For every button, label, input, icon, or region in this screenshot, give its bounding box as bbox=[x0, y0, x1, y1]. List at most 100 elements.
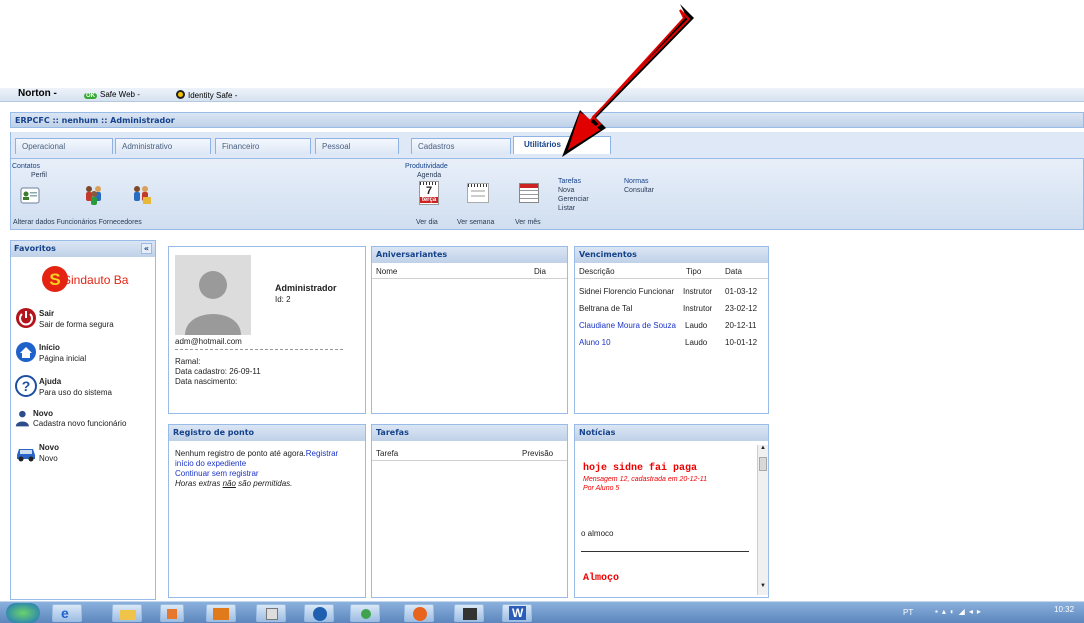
venc-row-descricao[interactable]: Sidnei Florencio Funcionar bbox=[579, 287, 683, 296]
venc-row-data: 20-12-11 bbox=[725, 321, 757, 330]
aniversariantes-panel: Aniversariantes Nome Dia bbox=[371, 246, 568, 414]
scroll-thumb[interactable] bbox=[759, 457, 767, 471]
calendar-week-icon[interactable] bbox=[467, 183, 489, 203]
col-data[interactable]: Data bbox=[725, 267, 742, 276]
col-nome[interactable]: Nome bbox=[376, 267, 397, 276]
safe-web-label: Safe Web - bbox=[100, 90, 140, 99]
contatos-bottom-text[interactable]: Alterar dados Funcionários Fornecedores bbox=[13, 219, 142, 226]
svg-text:?: ? bbox=[22, 378, 31, 394]
fav-novo-subtitle: Cadastra novo funcionário bbox=[33, 419, 127, 428]
profile-data-nascimento: Data nascimento: bbox=[175, 377, 238, 386]
scroll-up-icon[interactable]: ▲ bbox=[758, 445, 768, 455]
ver-mes-button[interactable]: Ver mês bbox=[515, 219, 541, 226]
tab-operacional[interactable]: Operacional bbox=[15, 138, 113, 154]
collapse-button[interactable]: « bbox=[141, 243, 152, 254]
fav-novo-funcionario[interactable]: Novo Cadastra novo funcionário bbox=[15, 409, 155, 439]
profile-ramal: Ramal: bbox=[175, 357, 201, 366]
profile-panel: Administrador Id: 2 adm@hotmail.com Rama… bbox=[168, 246, 366, 414]
venc-row-descricao[interactable]: Aluno 10 bbox=[579, 338, 683, 347]
registro-text: Nenhum registro de ponto até agora. bbox=[175, 449, 306, 458]
tab-administrativo[interactable]: Administrativo bbox=[115, 138, 211, 154]
header-rule bbox=[372, 460, 567, 461]
tab-financeiro[interactable]: Financeiro bbox=[215, 138, 311, 154]
fav-ajuda-title: Ajuda bbox=[39, 377, 62, 386]
firefox-icon[interactable] bbox=[404, 604, 434, 622]
sindauto-logo-text: Sindauto Ba bbox=[63, 273, 129, 287]
home-icon bbox=[16, 342, 36, 362]
normas-label: Normas bbox=[624, 178, 649, 185]
profile-id: Id: 2 bbox=[275, 295, 291, 304]
tab-pessoal[interactable]: Pessoal bbox=[315, 138, 399, 154]
language-indicator[interactable]: PT bbox=[903, 608, 913, 617]
noticias-scrollbar[interactable]: ▲ ▼ bbox=[757, 445, 768, 595]
favorites-title: Favoritos bbox=[14, 244, 56, 253]
header-rule bbox=[575, 278, 768, 279]
tray-icons[interactable]: ▪▴◐◢◂▸ bbox=[935, 607, 985, 616]
people-icon[interactable] bbox=[350, 604, 380, 622]
fav-sair-title: Sair bbox=[39, 309, 55, 318]
clock[interactable]: 10:32 bbox=[1054, 605, 1074, 614]
identity-safe-menu[interactable]: Identity Safe - bbox=[176, 90, 237, 100]
scroll-down-icon[interactable]: ▼ bbox=[758, 583, 768, 593]
inicio-expediente-link[interactable]: início do expediente bbox=[175, 459, 246, 468]
tab-utilitarios[interactable]: Utilitários bbox=[513, 136, 611, 154]
tab-cadastros[interactable]: Cadastros bbox=[411, 138, 511, 154]
calendar-day-icon[interactable]: 7 terça bbox=[419, 181, 439, 205]
continuar-sem-registrar-link[interactable]: Continuar sem registrar bbox=[175, 469, 259, 478]
fav-novo[interactable]: Novo Novo bbox=[15, 441, 155, 471]
tarefas-label: Tarefas bbox=[558, 178, 581, 185]
folder-icon[interactable] bbox=[112, 604, 142, 622]
noticia-headline[interactable]: hoje sidne fai paga bbox=[583, 463, 697, 474]
app-icon[interactable] bbox=[304, 604, 334, 622]
fav-ajuda-subtitle: Para uso do sistema bbox=[39, 388, 112, 397]
vencimentos-title: Vencimentos bbox=[575, 247, 768, 263]
col-tarefa[interactable]: Tarefa bbox=[376, 449, 398, 458]
safe-web-ok-icon: OK bbox=[84, 93, 97, 99]
registro-title: Registro de ponto bbox=[169, 425, 365, 441]
fav-ajuda[interactable]: ? Ajuda Para uso do sistema bbox=[15, 375, 155, 405]
calendar-day-number: 7 bbox=[425, 185, 433, 197]
consultar-link[interactable]: Consultar bbox=[624, 187, 654, 194]
fav-novo2-subtitle: Novo bbox=[39, 454, 58, 463]
col-previsao[interactable]: Previsão bbox=[522, 449, 553, 458]
venc-row-descricao[interactable]: Beltrana de Tal bbox=[579, 304, 683, 313]
venc-row-data: 10-01-12 bbox=[725, 338, 758, 347]
main-tabs: Operacional Administrativo Financeiro Pe… bbox=[10, 132, 1084, 158]
profile-card-icon[interactable] bbox=[19, 185, 41, 207]
venc-row-descricao[interactable]: Claudiane Moura de Souza bbox=[579, 321, 683, 330]
safe-web-menu[interactable]: OK Safe Web - bbox=[84, 90, 140, 99]
col-dia[interactable]: Dia bbox=[534, 267, 546, 276]
start-button[interactable] bbox=[6, 603, 40, 623]
favorites-header: Favoritos « bbox=[11, 241, 155, 257]
ver-dia-button[interactable]: Ver dia bbox=[416, 219, 438, 226]
ver-semana-button[interactable]: Ver semana bbox=[457, 219, 494, 226]
venc-row-data: 01-03-12 bbox=[725, 287, 758, 296]
user-icon bbox=[15, 410, 29, 427]
listar-link[interactable]: Listar bbox=[558, 205, 575, 212]
agenda-label: Agenda bbox=[417, 172, 442, 179]
chart-app-icon[interactable] bbox=[454, 604, 484, 622]
fav-inicio-title: Início bbox=[39, 343, 60, 352]
calculator-icon[interactable] bbox=[256, 604, 286, 622]
tarefas-title: Tarefas bbox=[372, 425, 567, 441]
norton-menu[interactable]: Norton - bbox=[18, 88, 57, 99]
fav-sair[interactable]: Sair Sair de forma segura bbox=[15, 307, 155, 337]
gerenciar-link[interactable]: Gerenciar bbox=[558, 196, 589, 203]
noticia-headline-2[interactable]: Almoço bbox=[583, 573, 619, 584]
fav-inicio-subtitle: Página inicial bbox=[39, 354, 87, 363]
col-descricao[interactable]: Descrição bbox=[579, 267, 615, 276]
fav-inicio[interactable]: Início Página inicial bbox=[15, 341, 155, 371]
word-icon[interactable]: W bbox=[502, 604, 532, 622]
outlook-icon[interactable] bbox=[206, 604, 236, 622]
noticias-title: Notícias bbox=[575, 425, 768, 441]
funcionarios-icon[interactable] bbox=[83, 183, 105, 205]
media-icon[interactable] bbox=[160, 604, 184, 622]
nova-tarefa-link[interactable]: Nova bbox=[558, 187, 574, 194]
ie-icon[interactable]: e bbox=[52, 604, 82, 622]
profile-divider bbox=[175, 349, 343, 350]
fornecedores-icon[interactable] bbox=[131, 183, 153, 205]
venc-row-tipo: Instrutor bbox=[683, 287, 713, 296]
col-tipo[interactable]: Tipo bbox=[686, 267, 701, 276]
calendar-month-icon[interactable] bbox=[519, 183, 539, 203]
registrar-link[interactable]: Registrar bbox=[306, 449, 338, 458]
